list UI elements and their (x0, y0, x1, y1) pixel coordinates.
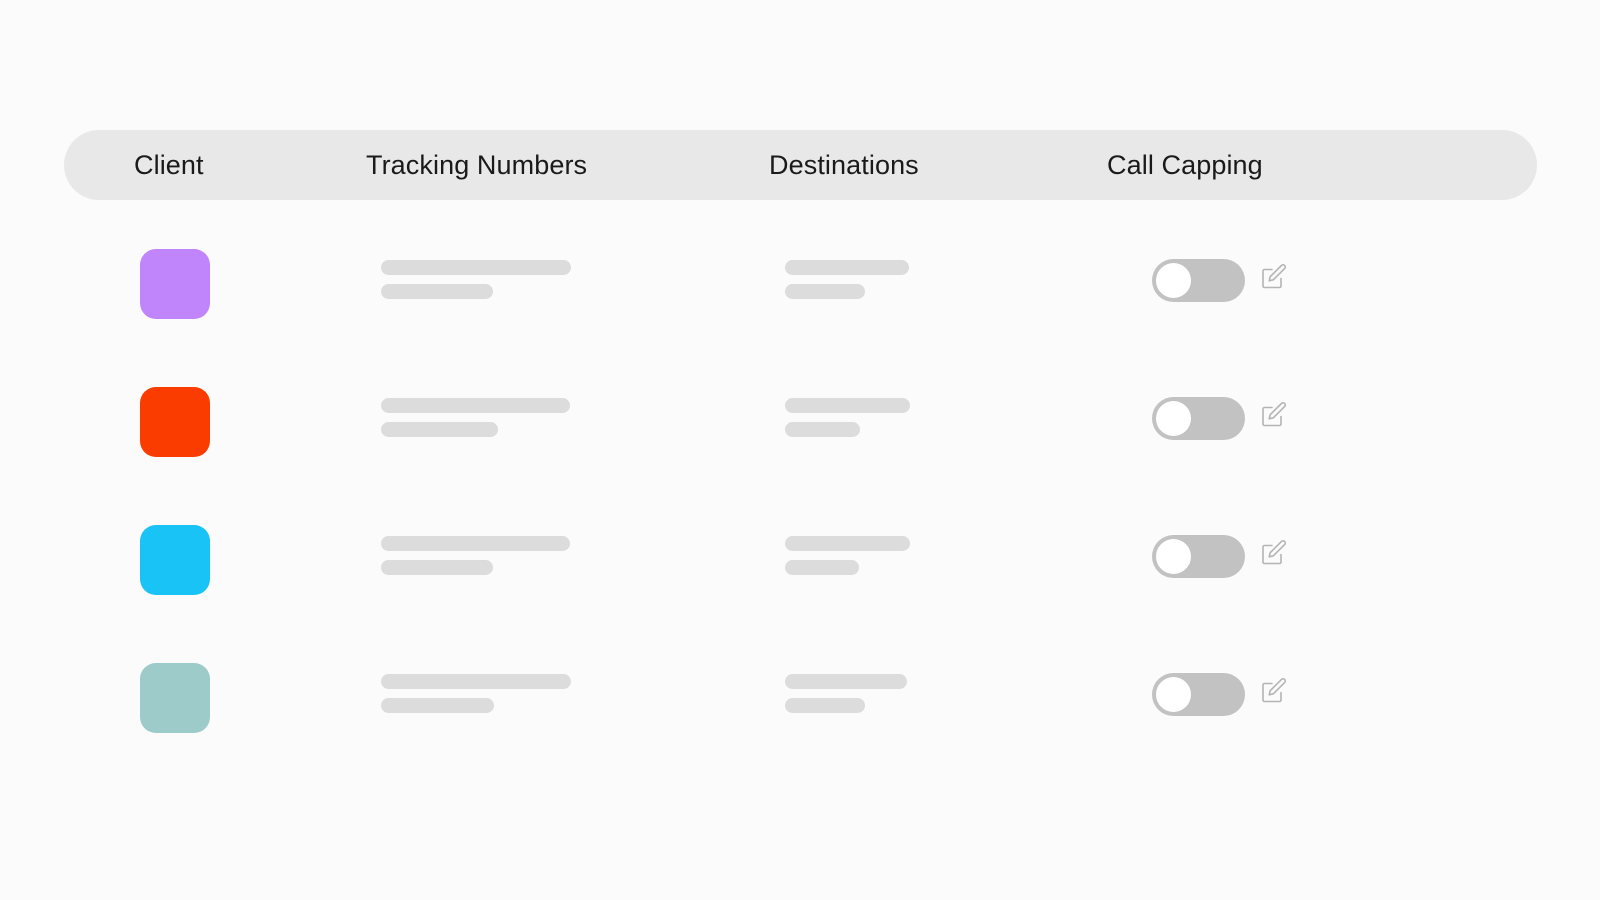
skeleton-bar (381, 260, 571, 275)
call-capping-toggle[interactable] (1152, 259, 1245, 302)
destinations-placeholder (785, 398, 910, 437)
client-color-swatch[interactable] (140, 663, 210, 733)
skeleton-bar (381, 284, 493, 299)
table-body (0, 235, 1600, 787)
destinations-placeholder (785, 674, 907, 713)
skeleton-bar (381, 536, 570, 551)
skeleton-bar (381, 698, 494, 713)
skeleton-bar (381, 422, 498, 437)
skeleton-bar (785, 674, 907, 689)
skeleton-bar (785, 536, 910, 551)
client-tracking-page: Client Tracking Numbers Destinations Cal… (0, 0, 1600, 900)
toggle-knob (1156, 263, 1191, 298)
edit-pencil-icon[interactable] (1259, 537, 1289, 567)
skeleton-bar (381, 398, 570, 413)
column-header-tracking-numbers: Tracking Numbers (366, 149, 588, 180)
client-color-swatch[interactable] (140, 249, 210, 319)
toggle-knob (1156, 539, 1191, 574)
skeleton-bar (381, 560, 493, 575)
edit-pencil-icon[interactable] (1259, 675, 1289, 705)
destinations-placeholder (785, 260, 909, 299)
skeleton-bar (785, 698, 865, 713)
call-capping-toggle[interactable] (1152, 397, 1245, 440)
call-capping-toggle[interactable] (1152, 535, 1245, 578)
column-header-call-capping: Call Capping (1107, 149, 1263, 180)
toggle-knob (1156, 677, 1191, 712)
skeleton-bar (785, 284, 865, 299)
call-capping-toggle[interactable] (1152, 673, 1245, 716)
tracking-numbers-placeholder (381, 260, 571, 299)
table-row (0, 235, 1600, 373)
toggle-knob (1156, 401, 1191, 436)
table-row (0, 511, 1600, 649)
client-color-swatch[interactable] (140, 387, 210, 457)
column-header-client: Client (134, 149, 204, 180)
tracking-numbers-placeholder (381, 674, 571, 713)
table-row (0, 373, 1600, 511)
table-header-bar: Client Tracking Numbers Destinations Cal… (64, 130, 1537, 200)
edit-pencil-icon[interactable] (1259, 261, 1289, 291)
skeleton-bar (381, 674, 571, 689)
client-color-swatch[interactable] (140, 525, 210, 595)
edit-pencil-icon[interactable] (1259, 399, 1289, 429)
skeleton-bar (785, 260, 909, 275)
destinations-placeholder (785, 536, 910, 575)
skeleton-bar (785, 560, 859, 575)
tracking-numbers-placeholder (381, 536, 570, 575)
tracking-numbers-placeholder (381, 398, 570, 437)
skeleton-bar (785, 398, 910, 413)
skeleton-bar (785, 422, 860, 437)
table-row (0, 649, 1600, 787)
column-header-destinations: Destinations (769, 149, 919, 180)
